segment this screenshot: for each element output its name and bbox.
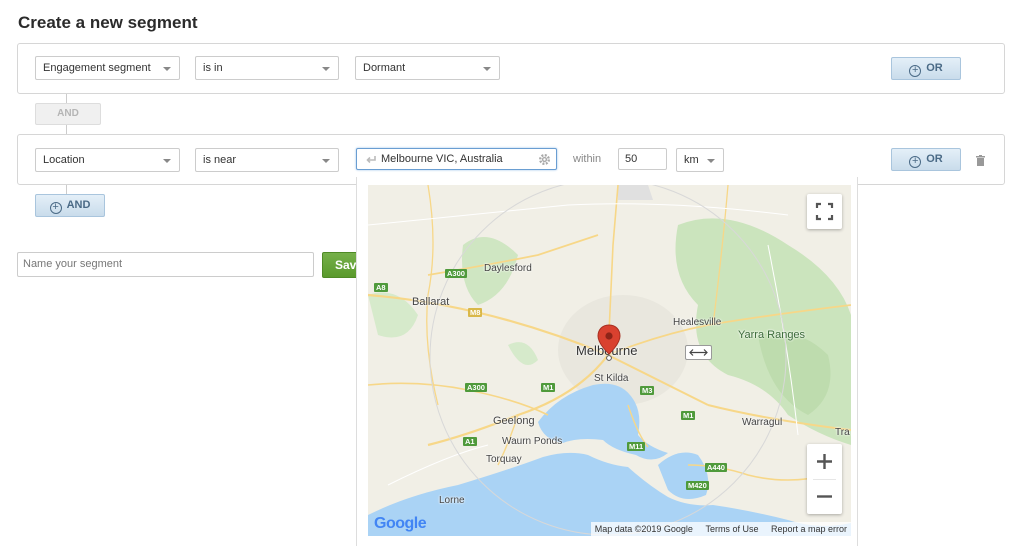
zoom-out-button[interactable] bbox=[807, 479, 842, 514]
map-label-healesville: Healesville bbox=[673, 317, 722, 328]
or-button[interactable]: + OR bbox=[891, 148, 961, 171]
route-shield: M420 bbox=[686, 481, 709, 490]
and-button-label: AND bbox=[66, 199, 91, 211]
within-label: within bbox=[573, 153, 602, 165]
map-footer: Map data ©2019 Google Terms of Use Repor… bbox=[590, 522, 851, 536]
distance-input[interactable]: 50 bbox=[618, 148, 667, 170]
operator-select[interactable]: is near bbox=[195, 148, 339, 172]
map-label-warragul: Warragul bbox=[742, 417, 783, 428]
route-shield: A440 bbox=[705, 463, 727, 472]
plus-circle-icon: + bbox=[909, 65, 922, 77]
zoom-in-button[interactable] bbox=[807, 444, 842, 479]
terms-of-use-link[interactable]: Terms of Use bbox=[705, 524, 758, 534]
map-label-daylesford: Daylesford bbox=[484, 263, 532, 274]
plus-circle-icon: + bbox=[49, 202, 62, 214]
chevron-down-icon bbox=[707, 159, 715, 163]
chevron-down-icon bbox=[322, 67, 330, 71]
and-connector-line bbox=[66, 185, 67, 194]
gear-icon[interactable] bbox=[538, 153, 551, 166]
route-shield: A8 bbox=[374, 283, 388, 292]
and-button-disabled: AND bbox=[35, 103, 101, 125]
route-shield: M3 bbox=[640, 386, 655, 395]
route-shield: M8 bbox=[468, 308, 483, 317]
map-label-lorne: Lorne bbox=[439, 495, 465, 506]
map-label-torquay: Torquay bbox=[486, 454, 522, 465]
fullscreen-icon bbox=[815, 202, 834, 221]
map-label-geelong: Geelong bbox=[493, 415, 535, 427]
location-input[interactable]: Melbourne VIC, Australia bbox=[356, 148, 557, 170]
value-select-value: Dormant bbox=[363, 62, 406, 74]
field-select[interactable]: Location bbox=[35, 148, 180, 172]
chevron-down-icon bbox=[322, 159, 330, 163]
zoom-control bbox=[807, 444, 842, 514]
map-label-yarra-ranges: Yarra Ranges bbox=[738, 329, 806, 341]
or-button[interactable]: + OR bbox=[891, 57, 961, 80]
fullscreen-button[interactable] bbox=[807, 194, 842, 229]
add-and-button[interactable]: + AND bbox=[35, 194, 105, 217]
google-logo[interactable]: Google bbox=[374, 515, 427, 533]
location-input-value: Melbourne VIC, Australia bbox=[381, 153, 503, 165]
operator-select[interactable]: is in bbox=[195, 56, 339, 80]
route-shield: A300 bbox=[445, 269, 467, 278]
and-connector-line bbox=[66, 94, 67, 103]
field-select-value: Engagement segment bbox=[43, 62, 151, 74]
page-title: Create a new segment bbox=[18, 13, 198, 32]
map-popup: Daylesford Ballarat Healesville Yarra Ra… bbox=[356, 177, 858, 546]
route-shield: M11 bbox=[627, 442, 646, 451]
map-label-tra: Tra bbox=[835, 427, 850, 438]
and-connector-line bbox=[66, 125, 67, 134]
route-shield: A1 bbox=[463, 437, 477, 446]
operator-select-value: is in bbox=[203, 62, 223, 74]
route-shield: M1 bbox=[541, 383, 556, 392]
map-data-credit: Map data ©2019 Google bbox=[594, 524, 693, 534]
map-label-waurn-ponds: Waurn Ponds bbox=[502, 436, 563, 447]
location-pin-icon[interactable] bbox=[597, 324, 621, 362]
trash-icon[interactable] bbox=[976, 155, 985, 166]
route-shield: M1 bbox=[681, 411, 696, 420]
or-button-label: OR bbox=[926, 153, 943, 165]
chevron-down-icon bbox=[163, 67, 171, 71]
plus-icon bbox=[817, 454, 832, 469]
map-label-ballarat: Ballarat bbox=[412, 296, 450, 308]
report-map-error-link[interactable]: Report a map error bbox=[771, 524, 847, 534]
operator-select-value: is near bbox=[203, 154, 237, 166]
plus-circle-icon: + bbox=[909, 156, 922, 168]
minus-icon bbox=[817, 495, 832, 498]
chevron-down-icon bbox=[483, 67, 491, 71]
unit-select-value: km bbox=[684, 154, 699, 166]
location-map[interactable]: Daylesford Ballarat Healesville Yarra Ra… bbox=[368, 185, 851, 536]
google-logo-text: Google bbox=[374, 515, 427, 532]
field-select-value: Location bbox=[43, 154, 85, 166]
chevron-down-icon bbox=[163, 159, 171, 163]
condition-group-1: Engagement segment is in Dormant + OR bbox=[17, 43, 1005, 94]
map-label-st-kilda: St Kilda bbox=[594, 373, 629, 384]
field-select[interactable]: Engagement segment bbox=[35, 56, 180, 80]
radius-drag-handle[interactable] bbox=[685, 345, 712, 360]
or-button-label: OR bbox=[926, 62, 943, 74]
resize-horizontal-icon bbox=[689, 349, 708, 356]
unit-select[interactable]: km bbox=[676, 148, 724, 172]
segment-name-input[interactable]: Name your segment bbox=[17, 252, 314, 277]
return-arrow-icon bbox=[366, 156, 376, 164]
route-shield: A300 bbox=[465, 383, 487, 392]
value-select[interactable]: Dormant bbox=[355, 56, 500, 80]
